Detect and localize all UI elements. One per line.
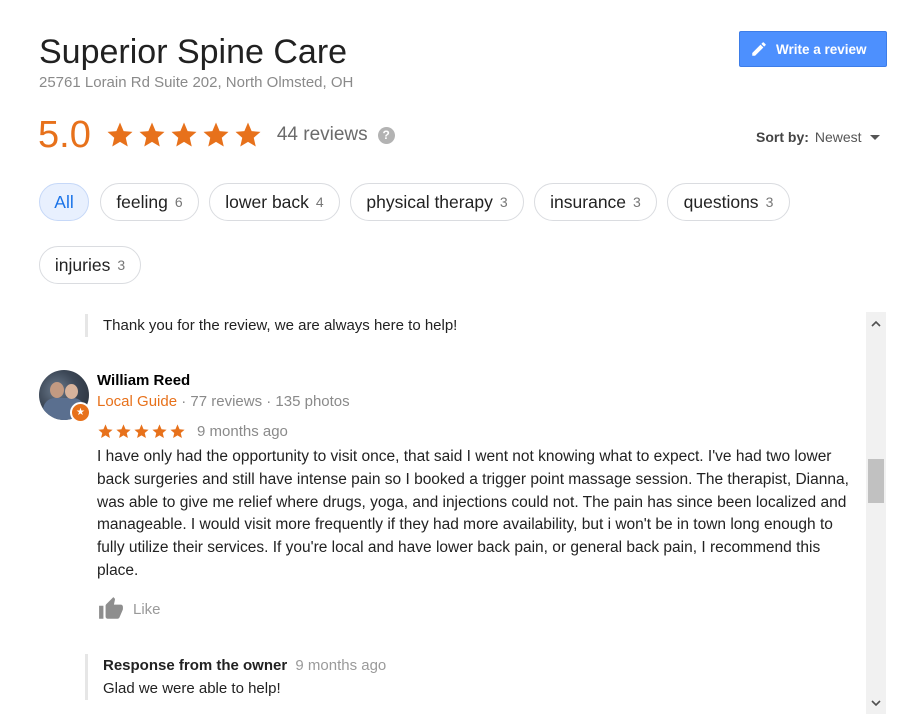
pencil-icon xyxy=(752,42,766,56)
reviewer-meta: Local Guide · 77 reviews · 135 photos xyxy=(97,393,350,410)
topic-count: 3 xyxy=(765,194,774,210)
rating-summary: 5.0 44 reviews ? xyxy=(38,110,395,160)
chevron-down-icon xyxy=(869,134,880,140)
review-text: I have only had the opportunity to visit… xyxy=(97,448,849,579)
topic-count: 3 xyxy=(633,194,641,210)
avatar-face xyxy=(50,382,64,398)
star-icon xyxy=(134,424,149,439)
owner-response-time: 9 months ago xyxy=(295,657,387,674)
star-icon xyxy=(116,424,131,439)
business-address: 25761 Lorain Rd Suite 202, North Olmsted… xyxy=(39,74,354,91)
business-name: Superior Spine Care xyxy=(39,33,348,71)
sort-label: Sort by: xyxy=(756,129,809,145)
rating-score: 5.0 xyxy=(38,114,91,156)
topic-label: physical therapy xyxy=(366,191,493,212)
owner-response: Response from the owner 9 months ago Gla… xyxy=(85,654,386,700)
like-label: Like xyxy=(133,600,161,618)
topic-count: 3 xyxy=(499,194,508,210)
topic-label: lower back xyxy=(225,191,309,212)
write-review-label: Write a review xyxy=(776,41,867,57)
scroll-up-icon[interactable] xyxy=(866,312,886,334)
owner-reply-previous: Thank you for the review, we are always … xyxy=(85,314,457,337)
reviews-panel: Superior Spine Care 25761 Lorain Rd Suit… xyxy=(0,0,900,714)
reviewer-stats: · 77 reviews · 135 photos xyxy=(177,393,350,410)
local-guide-badge-icon: ★ xyxy=(70,402,91,423)
local-guide-label: Local Guide xyxy=(97,393,178,410)
topic-label: All xyxy=(54,191,74,212)
topic-label: injuries xyxy=(54,254,111,275)
like-button[interactable]: Like xyxy=(97,596,161,622)
star-icon xyxy=(235,122,261,147)
help-icon[interactable]: ? xyxy=(377,126,395,144)
star-icon xyxy=(98,424,113,439)
owner-reply-text: Thank you for the review, we are always … xyxy=(103,317,458,334)
reviewer-name[interactable]: William Reed xyxy=(97,372,190,389)
star-icon xyxy=(139,122,165,147)
star-icon xyxy=(170,424,185,439)
topic-chip-injuries[interactable]: injuries 3 xyxy=(39,246,141,284)
sort-value: Newest xyxy=(814,129,862,145)
write-review-button[interactable]: Write a review xyxy=(739,31,887,67)
review-rating: 9 months ago xyxy=(97,423,288,440)
owner-response-title: Response from the owner xyxy=(103,657,288,674)
thumbs-up-icon xyxy=(99,597,123,619)
avatar-face xyxy=(65,384,78,399)
topic-chip-insurance[interactable]: insurance 3 xyxy=(534,183,657,221)
owner-response-text: Glad we were able to help! xyxy=(103,680,281,697)
scrollbar-track[interactable] xyxy=(866,312,886,714)
topic-count: 4 xyxy=(315,194,324,210)
topic-chip-questions[interactable]: questions 3 xyxy=(667,183,790,221)
topic-count: 6 xyxy=(174,194,183,210)
scrollbar-thumb[interactable] xyxy=(868,459,884,503)
star-icon xyxy=(107,122,133,147)
review-count: 44 reviews xyxy=(276,124,368,145)
star-icon xyxy=(171,122,197,147)
sort-dropdown[interactable]: Sort by: Newest xyxy=(756,129,880,145)
rating-stars xyxy=(105,120,263,150)
scroll-down-icon[interactable] xyxy=(866,692,886,714)
topic-chip-lower-back[interactable]: lower back 4 xyxy=(209,183,340,221)
review-time: 9 months ago xyxy=(197,423,288,440)
topic-chip-physical-therapy[interactable]: physical therapy 3 xyxy=(350,183,524,221)
topic-chip-all[interactable]: All xyxy=(39,183,89,221)
topic-label: feeling xyxy=(116,191,168,212)
star-icon xyxy=(203,122,229,147)
topic-chip-feeling[interactable]: feeling 6 xyxy=(100,183,199,221)
topic-label: questions xyxy=(683,191,759,212)
topic-count: 3 xyxy=(117,257,126,273)
topic-label: insurance xyxy=(550,191,627,212)
star-icon xyxy=(152,424,167,439)
